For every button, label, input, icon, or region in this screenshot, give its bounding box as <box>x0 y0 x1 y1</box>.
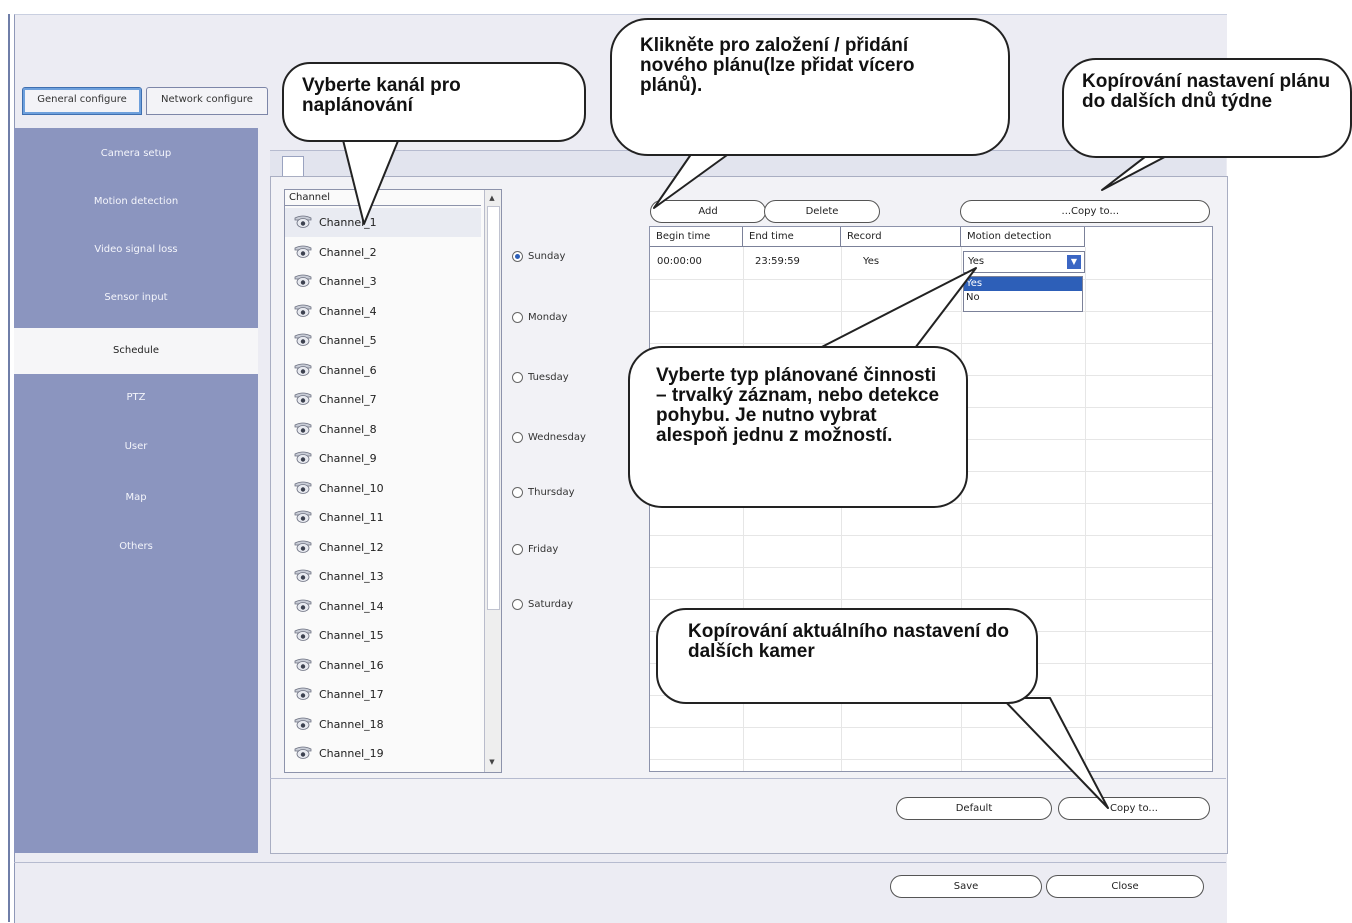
callout-add-plan: Klikněte pro založení / přidání nového p… <box>610 18 1010 156</box>
callout-tail <box>811 267 977 353</box>
callout-tail <box>341 135 401 225</box>
callout-tail <box>653 149 735 209</box>
callout-text: Kopírování aktuálního nastavení do další… <box>688 621 1009 662</box>
callout-text: Klikněte pro založení / přidání nového p… <box>640 35 915 96</box>
callout-record-type: Vyberte typ plánované činnosti – trvalký… <box>628 346 968 508</box>
callout-text: Kopírování nastavení plánu do dalších dn… <box>1082 71 1331 112</box>
callout-copy-cameras: Kopírování aktuálního nastavení do další… <box>656 608 1038 704</box>
callout-tail <box>1001 697 1109 809</box>
callout-text: Vyberte kanál pro naplánování <box>302 75 461 116</box>
callout-text: Vyberte typ plánované činnosti – trvalký… <box>656 365 940 446</box>
callout-copy-days: Kopírování nastavení plánu do dalších dn… <box>1062 58 1352 158</box>
callout-select-channel: Vyberte kanál pro naplánování <box>282 62 586 142</box>
